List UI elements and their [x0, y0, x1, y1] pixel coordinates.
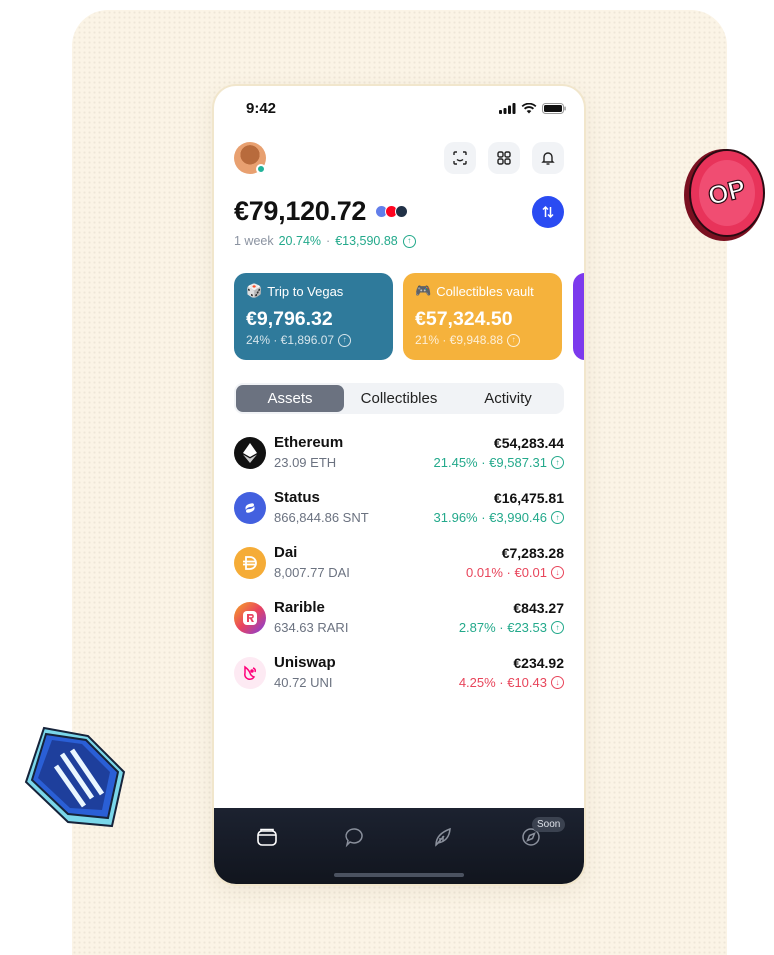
account-name: Collectibles vault [436, 283, 534, 299]
account-cards: 🎲 Trip to Vegas €9,796.32 24% · €1,896.07… [234, 273, 584, 360]
asset-row-dai[interactable]: Dai 8,007.77 DAI €7,283.28 0.01% · €0.01… [234, 544, 564, 599]
change-value: €13,590.88 [335, 234, 398, 248]
chat-icon [345, 828, 363, 848]
asset-change-text: 0.01% · €0.01 [466, 565, 547, 580]
asset-name: Dai [274, 544, 298, 561]
dai-icon [234, 547, 266, 579]
asset-row-rarible[interactable]: Rarible 634.63 RARI €843.27 2.87% · €23.… [234, 599, 564, 654]
uniswap-icon [234, 657, 266, 689]
asset-name: Ethereum [274, 434, 344, 451]
asset-change: 4.25% · €10.43 ↓ [459, 675, 564, 690]
swap-button[interactable] [532, 196, 564, 228]
phone-screen: 9:42 €79,120.72 1 week 20.74% · €13,590.… [214, 86, 584, 884]
asset-name: Status [274, 489, 320, 506]
tab-activity[interactable]: Activity [454, 385, 562, 412]
arbitrum-network-icon [395, 205, 408, 218]
arrow-up-icon: ↑ [551, 456, 564, 469]
period-label: 1 week [234, 234, 274, 248]
asset-row-uniswap[interactable]: Uniswap 40.72 UNI €234.92 4.25% · €10.43… [234, 654, 564, 709]
feather-icon [435, 827, 451, 847]
swap-arrows-icon [542, 205, 554, 219]
wallet-icon [257, 828, 277, 846]
apps-button[interactable] [488, 142, 520, 174]
account-amount: €9,796.32 [246, 308, 333, 330]
asset-row-ethereum[interactable]: Ethereum 23.09 ETH €54,283.44 21.45% · €… [234, 434, 564, 489]
notifications-button[interactable] [532, 142, 564, 174]
wifi-icon [521, 103, 537, 114]
nav-feather[interactable] [430, 824, 456, 850]
asset-value: €234.92 [513, 655, 564, 671]
bell-icon [541, 152, 555, 165]
asset-change-text: 2.87% · €23.53 [458, 620, 547, 635]
status-icons [499, 103, 566, 114]
arrow-up-icon: ↑ [507, 333, 521, 347]
balance-change: 1 week 20.74% · €13,590.88 ↑ [234, 234, 416, 248]
soon-badge: Soon [532, 817, 566, 832]
account-amount: €57,324.50 [415, 308, 513, 330]
scan-icon [453, 151, 467, 165]
nav-chat[interactable] [342, 824, 368, 850]
tab-collectibles[interactable]: Collectibles [345, 385, 453, 412]
asset-row-status[interactable]: Status 866,844.86 SNT €16,475.81 31.96% … [234, 489, 564, 544]
account-change: 21% · €9,948.88 [415, 333, 504, 347]
arrow-up-icon: ↑ [402, 234, 416, 248]
status-time: 9:42 [246, 100, 277, 117]
asset-quantity: 40.72 UNI [274, 675, 333, 690]
asset-quantity: 866,844.86 SNT [274, 510, 369, 525]
total-balance: €79,120.72 [234, 196, 367, 226]
arrow-down-icon: ↓ [551, 676, 564, 689]
account-name: Trip to Vegas [267, 283, 344, 299]
network-badges[interactable] [375, 205, 408, 218]
nav-wallet[interactable] [254, 824, 280, 850]
scan-button[interactable] [444, 142, 476, 174]
asset-change: 31.96% · €3,990.46 ↑ [434, 510, 564, 525]
asset-change: 0.01% · €0.01 ↓ [466, 565, 564, 580]
top-bar [234, 140, 564, 176]
asset-quantity: 23.09 ETH [274, 455, 337, 470]
account-change: 24% · €1,896.07 [246, 333, 335, 347]
op-token-sticker: OP [684, 149, 765, 241]
tab-bar: Assets Collectibles Activity [234, 383, 564, 414]
status-bar: 9:42 [214, 86, 584, 132]
asset-change-text: 21.45% · €9,587.31 [433, 455, 547, 470]
ethereum-icon [234, 437, 266, 469]
grid-icon [497, 151, 511, 165]
asset-change-text: 31.96% · €3,990.46 [433, 510, 547, 525]
arrow-up-icon: ↑ [551, 621, 564, 634]
change-percent: 20.74% [278, 234, 322, 248]
account-card-partial[interactable] [573, 273, 584, 360]
account-card-trip-to-vegas[interactable]: 🎲 Trip to Vegas €9,796.32 24% · €1,896.07… [234, 273, 393, 360]
asset-name: Rarible [274, 599, 325, 616]
asset-list: Ethereum 23.09 ETH €54,283.44 21.45% · €… [234, 434, 564, 709]
arrow-up-icon: ↑ [551, 511, 564, 524]
account-card-collectibles-vault[interactable]: 🎮 Collectibles vault €57,324.50 21% · €9,… [403, 273, 562, 360]
dice-icon: 🎲 [246, 283, 263, 298]
rarible-icon [234, 602, 266, 634]
asset-value: €16,475.81 [493, 490, 564, 506]
home-indicator [334, 873, 464, 877]
bottom-navigation: Soon [214, 808, 584, 884]
change-separator: · [326, 234, 331, 248]
signal-icon [499, 103, 516, 114]
arrow-down-icon: ↓ [551, 566, 564, 579]
online-indicator [256, 164, 266, 174]
asset-value: €7,283.28 [501, 545, 564, 561]
tab-assets[interactable]: Assets [236, 385, 344, 412]
asset-change: 21.45% · €9,587.31 ↑ [434, 455, 564, 470]
status-icon [234, 492, 266, 524]
asset-change-text: 4.25% · €10.43 [458, 675, 547, 690]
gamepad-icon: 🎮 [415, 283, 432, 298]
asset-quantity: 8,007.77 DAI [274, 565, 350, 580]
battery-icon [542, 103, 566, 114]
asset-change: 2.87% · €23.53 ↑ [459, 620, 564, 635]
arrow-up-icon: ↑ [338, 333, 352, 347]
arbitrum-token-sticker [24, 726, 126, 828]
asset-value: €54,283.44 [493, 435, 564, 451]
asset-value: €843.27 [513, 600, 564, 616]
asset-name: Uniswap [274, 654, 336, 671]
asset-quantity: 634.63 RARI [274, 620, 349, 635]
